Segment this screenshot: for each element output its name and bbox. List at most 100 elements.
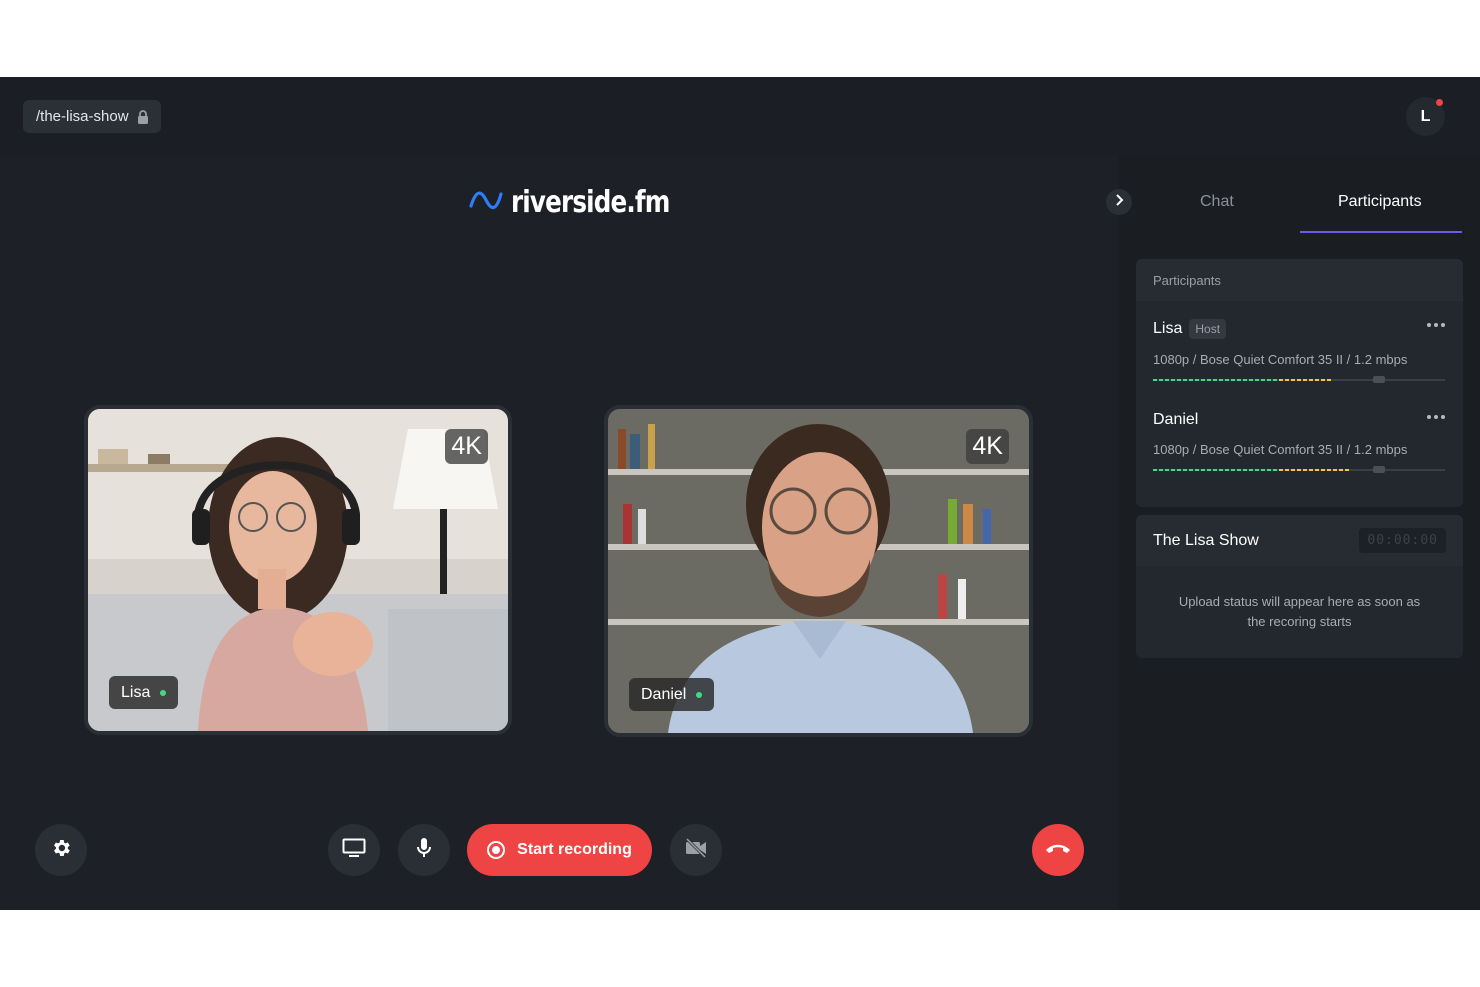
level-segment — [1177, 379, 1181, 381]
level-segment — [1327, 469, 1331, 471]
participant-name-row: Daniel — [1153, 411, 1446, 429]
level-segment — [1297, 379, 1301, 381]
participant-row: Lisa Host 1080p / Bose Quiet Comfort 35 … — [1136, 301, 1463, 393]
level-segment — [1321, 469, 1325, 471]
level-segment — [1267, 379, 1271, 381]
participant-name: Lisa — [1153, 320, 1183, 337]
video-tile-daniel[interactable]: 4K Daniel — [604, 405, 1033, 737]
level-segment — [1195, 469, 1199, 471]
host-badge: Host — [1189, 319, 1227, 339]
wave-icon — [469, 186, 503, 219]
level-segment — [1255, 379, 1259, 381]
level-segment — [1249, 379, 1253, 381]
level-segment — [1291, 469, 1295, 471]
level-segment — [1207, 469, 1211, 471]
level-segment — [1231, 469, 1235, 471]
level-segment — [1267, 469, 1271, 471]
sidebar-tabs: Chat Participants — [1118, 155, 1480, 233]
more-options-icon[interactable] — [1427, 415, 1445, 419]
level-segment — [1183, 469, 1187, 471]
monitor-icon — [342, 838, 366, 863]
microphone-icon — [416, 837, 432, 864]
level-segment — [1237, 379, 1241, 381]
tab-chat[interactable]: Chat — [1200, 193, 1234, 211]
top-bar: /the-lisa-show L — [0, 77, 1480, 155]
level-segment — [1309, 379, 1313, 381]
record-icon — [487, 841, 506, 859]
camera-toggle-button[interactable] — [670, 824, 722, 876]
level-segment — [1309, 469, 1313, 471]
quality-badge: 4K — [445, 429, 488, 464]
app-window: /the-lisa-show L riverside.fm 4K Lisa 4K… — [0, 77, 1480, 910]
name-tag-daniel: Daniel — [629, 678, 715, 711]
level-segment — [1207, 379, 1211, 381]
start-recording-button[interactable]: Start recording — [467, 824, 652, 876]
level-slider-handle[interactable] — [1373, 376, 1385, 383]
level-segment — [1159, 469, 1163, 471]
level-segment — [1201, 379, 1205, 381]
room-link[interactable]: /the-lisa-show — [23, 100, 161, 133]
level-segment — [1285, 469, 1289, 471]
quality-badge: 4K — [966, 429, 1009, 464]
level-segment — [1201, 469, 1205, 471]
level-segment — [1327, 379, 1331, 381]
notification-dot — [1436, 99, 1443, 106]
upload-status-text: Upload status will appear here as soon a… — [1178, 594, 1421, 629]
level-segment — [1285, 379, 1289, 381]
level-segment — [1345, 469, 1349, 471]
more-options-icon[interactable] — [1427, 323, 1445, 327]
level-segment — [1273, 469, 1277, 471]
level-segment — [1189, 379, 1193, 381]
active-tab-indicator — [1300, 231, 1462, 233]
record-label: Start recording — [517, 841, 632, 858]
level-segment — [1159, 379, 1163, 381]
audio-level-fill — [1153, 469, 1349, 471]
audio-level-fill — [1153, 379, 1331, 381]
show-panel: The Lisa Show 00:00:00 Upload status wil… — [1136, 515, 1463, 658]
level-segment — [1339, 469, 1343, 471]
level-segment — [1183, 379, 1187, 381]
level-segment — [1213, 469, 1217, 471]
level-segment — [1171, 379, 1175, 381]
level-segment — [1303, 379, 1307, 381]
microphone-button[interactable] — [398, 824, 450, 876]
level-segment — [1231, 379, 1235, 381]
logo-text: riverside.fm — [511, 185, 670, 220]
participant-info: 1080p / Bose Quiet Comfort 35 II / 1.2 m… — [1153, 352, 1408, 367]
show-header: The Lisa Show 00:00:00 — [1136, 515, 1463, 566]
participants-panel: Participants Lisa Host 1080p / Bose Quie… — [1136, 259, 1463, 507]
share-screen-button[interactable] — [328, 824, 380, 876]
level-segment — [1315, 379, 1319, 381]
hang-up-button[interactable] — [1032, 824, 1084, 876]
participant-info: 1080p / Bose Quiet Comfort 35 II / 1.2 m… — [1153, 442, 1408, 457]
video-tile-lisa[interactable]: 4K Lisa — [84, 405, 512, 735]
level-segment — [1249, 469, 1253, 471]
settings-button[interactable] — [35, 824, 87, 876]
avatar-initial: L — [1420, 107, 1431, 125]
audio-level-meter — [1153, 376, 1445, 383]
level-segment — [1261, 379, 1265, 381]
level-segment — [1279, 469, 1283, 471]
level-segment — [1243, 379, 1247, 381]
level-segment — [1243, 469, 1247, 471]
level-segment — [1195, 379, 1199, 381]
level-segment — [1237, 469, 1241, 471]
level-segment — [1261, 469, 1265, 471]
tab-participants[interactable]: Participants — [1338, 193, 1422, 211]
level-segment — [1219, 469, 1223, 471]
level-slider-handle[interactable] — [1373, 466, 1385, 473]
level-segment — [1333, 469, 1337, 471]
level-segment — [1213, 379, 1217, 381]
level-segment — [1279, 379, 1283, 381]
show-title: The Lisa Show — [1153, 531, 1259, 549]
level-segment — [1273, 379, 1277, 381]
level-segment — [1153, 379, 1157, 381]
camera-off-icon — [684, 837, 708, 863]
room-slug: /the-lisa-show — [36, 108, 129, 125]
level-segment — [1177, 469, 1181, 471]
participant-name: Daniel — [1153, 411, 1199, 428]
audio-level-meter — [1153, 466, 1445, 473]
phone-hangup-icon — [1044, 841, 1072, 860]
level-segment — [1165, 469, 1169, 471]
avatar[interactable]: L — [1406, 97, 1445, 136]
